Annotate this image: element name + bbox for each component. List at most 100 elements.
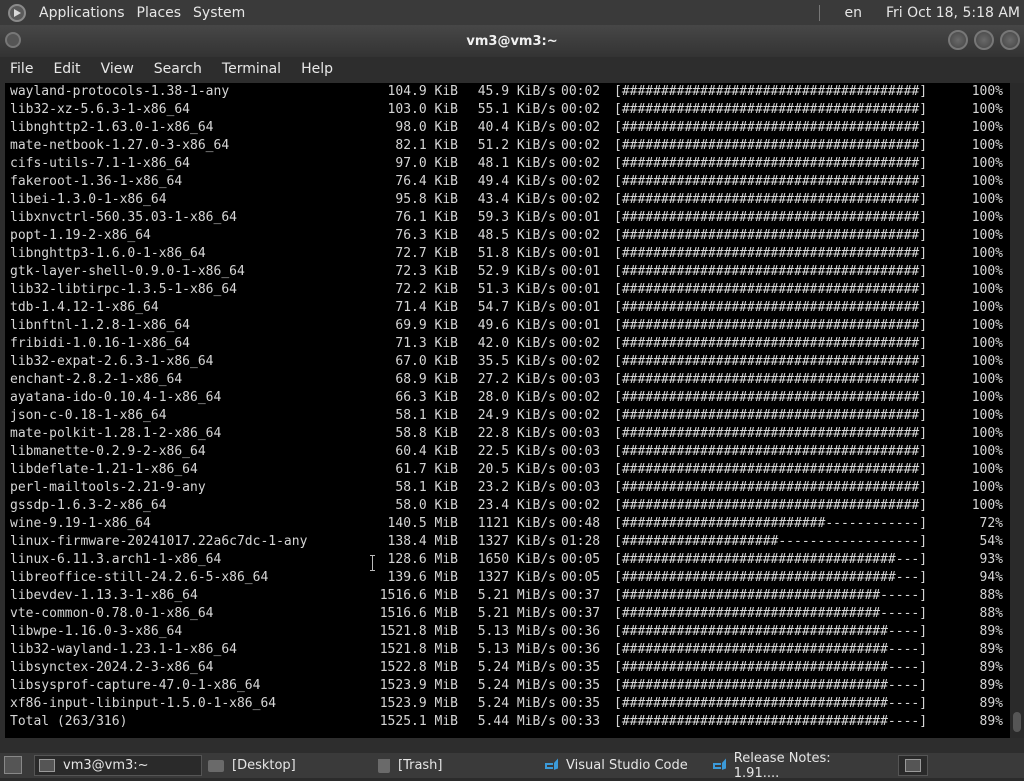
package-name: vte-common-0.78.0-1-x86_64 — [10, 606, 214, 621]
keyboard-layout-indicator[interactable]: en — [844, 5, 862, 21]
task-label: [Trash] — [398, 758, 443, 773]
task-vscode[interactable]: Visual Studio Code — [540, 755, 706, 776]
eta: 00:02 — [561, 102, 601, 117]
minimize-button[interactable] — [948, 30, 968, 50]
download-size: 97.0 KiB — [395, 156, 458, 171]
menu-file[interactable]: File — [5, 61, 38, 77]
progress-percent: 88% — [979, 606, 1003, 621]
download-speed: 24.9 KiB/s — [477, 408, 556, 423]
window-menu-icon[interactable] — [5, 32, 21, 48]
eta: 00:03 — [561, 462, 601, 477]
package-name: linux-firmware-20241017.22a6c7dc-1-any — [10, 534, 308, 549]
menu-help[interactable]: Help — [296, 61, 338, 77]
applications-menu[interactable]: Applications — [34, 5, 130, 21]
progress-bar-text: [######################################] — [614, 192, 928, 207]
package-name: libnftnl-1.2.8-1-x86_64 — [10, 318, 191, 333]
terminal-line: lib32-wayland-1.23.1-1-x86_64 1521.8 MiB 5… — [10, 641, 1010, 659]
text-cursor-icon — [370, 555, 376, 571]
progress-percent: 100% — [971, 318, 1003, 333]
terminal-line: libreoffice-still-24.2.6-5-x86_64 139.6 M… — [10, 569, 1010, 587]
eta: 00:02 — [561, 336, 601, 351]
eta: 00:36 — [561, 624, 601, 639]
download-size: 76.4 KiB — [395, 174, 458, 189]
terminal-line: libevdev-1.13.3-1-x86_64 1516.6 MiB 5.21 M… — [10, 587, 1010, 605]
progress-bar-text: [##########################------------] — [614, 516, 928, 531]
task-trash[interactable]: [Trash] — [374, 755, 538, 776]
download-speed: 1650 KiB/s — [477, 552, 556, 567]
panel-separator — [819, 4, 821, 21]
places-menu[interactable]: Places — [132, 5, 187, 21]
terminal-line: libsysprof-capture-47.0-1-x86_64 1523.9 M… — [10, 677, 1010, 695]
progress-percent: 100% — [971, 228, 1003, 243]
menu-edit[interactable]: Edit — [48, 61, 85, 77]
progress-bar-text: [######################################] — [614, 300, 928, 315]
download-size: 1525.1 MiB — [379, 714, 458, 729]
progress-percent: 93% — [979, 552, 1003, 567]
vscode-icon — [712, 759, 726, 773]
terminal-line: wine-9.19-1-x86_64 140.5 MiB 1121 KiB/s 00:… — [10, 515, 1010, 533]
system-menu[interactable]: System — [188, 5, 250, 21]
download-speed: 35.5 KiB/s — [477, 354, 556, 369]
eta: 00:37 — [561, 588, 601, 603]
download-size: 71.4 KiB — [395, 300, 458, 315]
package-name: libxnvctrl-560.35.03-1-x86_64 — [10, 210, 237, 225]
package-name: fribidi-1.0.16-1-x86_64 — [10, 336, 191, 351]
task-desktop[interactable]: [Desktop] — [204, 755, 372, 776]
eta: 00:01 — [561, 300, 601, 315]
download-speed: 54.7 KiB/s — [477, 300, 556, 315]
eta: 00:48 — [561, 516, 601, 531]
progress-percent: 100% — [971, 480, 1003, 495]
download-size: 58.8 KiB — [395, 426, 458, 441]
close-button[interactable] — [1000, 30, 1020, 50]
workspace-switcher[interactable] — [898, 755, 928, 776]
menu-search[interactable]: Search — [149, 61, 207, 77]
download-speed: 52.9 KiB/s — [477, 264, 556, 279]
download-size: 1521.8 MiB — [379, 624, 458, 639]
terminal-icon — [39, 759, 55, 772]
terminal-scrollbar[interactable] — [1010, 83, 1024, 738]
menu-bar: File Edit View Search Terminal Help — [0, 57, 1024, 81]
progress-bar-text: [######################################] — [614, 210, 928, 225]
scrollbar-thumb[interactable] — [1013, 712, 1021, 732]
vscode-icon — [544, 759, 558, 773]
eta: 00:01 — [561, 246, 601, 261]
menu-view[interactable]: View — [96, 61, 139, 77]
download-size: 68.9 KiB — [395, 372, 458, 387]
show-desktop-button[interactable] — [4, 756, 22, 774]
clock[interactable]: Fri Oct 18, 5:18 AM — [886, 5, 1020, 21]
progress-percent: 100% — [971, 408, 1003, 423]
download-size: 128.6 MiB — [387, 552, 458, 567]
progress-percent: 100% — [971, 354, 1003, 369]
workspace-icon — [905, 759, 921, 772]
terminal-line: cifs-utils-7.1-1-x86_64 97.0 KiB 48.1 KiB/… — [10, 155, 1010, 173]
menu-terminal[interactable]: Terminal — [217, 61, 286, 77]
terminal-line: libnghttp3-1.6.0-1-x86_64 72.7 KiB 51.8 Ki… — [10, 245, 1010, 263]
download-size: 1516.6 MiB — [379, 606, 458, 621]
eta: 00:02 — [561, 156, 601, 171]
window-titlebar[interactable]: vm3@vm3:~ — [0, 25, 1024, 57]
package-name: libdeflate-1.21-1-x86_64 — [10, 462, 198, 477]
download-speed: 23.4 KiB/s — [477, 498, 556, 513]
terminal-line: xf86-input-libinput-1.5.0-1-x86_64 1523.9… — [10, 695, 1010, 713]
terminal-line: libsynctex-2024.2-3-x86_64 1522.8 MiB 5.24… — [10, 659, 1010, 677]
download-speed: 5.44 MiB/s — [477, 714, 556, 729]
maximize-button[interactable] — [974, 30, 994, 50]
download-speed: 5.13 MiB/s — [477, 624, 556, 639]
download-speed: 42.0 KiB/s — [477, 336, 556, 351]
eta: 00:35 — [561, 696, 601, 711]
download-size: 58.0 KiB — [395, 498, 458, 513]
terminal-line: libnftnl-1.2.8-1-x86_64 69.9 KiB 49.6 KiB/… — [10, 317, 1010, 335]
task-terminal[interactable]: vm3@vm3:~ — [34, 755, 202, 776]
bottom-taskbar: vm3@vm3:~ [Desktop] [Trash] Visual Studi… — [0, 751, 1024, 781]
progress-percent: 100% — [971, 444, 1003, 459]
progress-percent: 100% — [971, 372, 1003, 387]
download-speed: 1327 KiB/s — [477, 570, 556, 585]
progress-percent: 100% — [971, 156, 1003, 171]
task-release-notes[interactable]: Release Notes: 1.91.... — [708, 751, 878, 781]
package-name: lib32-wayland-1.23.1-1-x86_64 — [10, 642, 237, 657]
mate-logo-icon[interactable] — [8, 3, 26, 22]
download-speed: 1121 KiB/s — [477, 516, 556, 531]
download-speed: 5.24 MiB/s — [477, 696, 556, 711]
terminal-output[interactable]: wayland-protocols-1.38-1-any 104.9 KiB 45.… — [5, 83, 1010, 738]
terminal-line: popt-1.19-2-x86_64 76.3 KiB 48.5 KiB/s 00:0… — [10, 227, 1010, 245]
